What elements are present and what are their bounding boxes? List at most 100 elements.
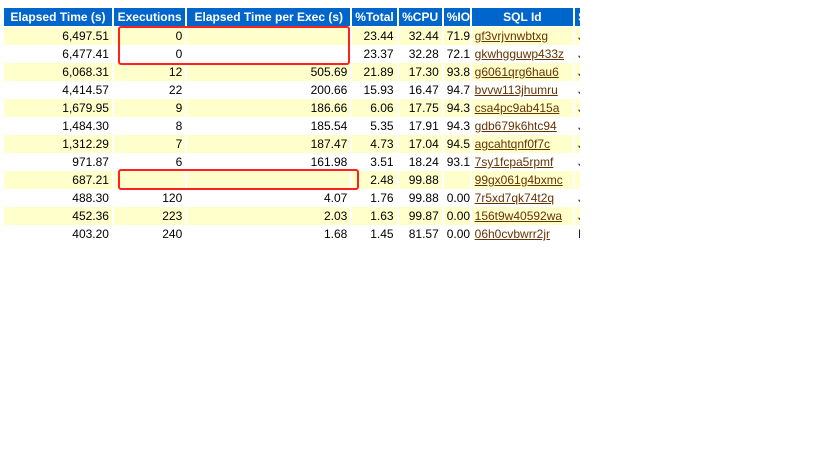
cell-pct-cpu: 99.87 [398,207,442,225]
column-header-pct-io: %IO [443,8,470,27]
cell-executions: 22 [113,81,186,99]
cell-pct-total: 1.76 [352,189,397,207]
cell-sql-id: csa4pc9ab415a [471,99,574,117]
sql-id-link[interactable]: 156t9w40592wa [475,209,562,223]
cell-pct-total: 1.45 [352,225,397,243]
cell-elapsed-time: 971.87 [4,153,112,171]
cell-sql-module: J [575,207,580,225]
sql-id-link[interactable]: g6061qrg6hau6 [475,65,559,79]
column-header-pct-total: %Total [352,8,397,27]
cell-executions: 8 [113,117,186,135]
cell-pct-io: 93.87 [443,63,470,81]
cell-pct-cpu: 99.88 [398,171,442,189]
column-header-executions: Executions [113,8,186,27]
cell-pct-cpu: 17.30 [398,63,442,81]
cell-pct-io: 94.36 [443,99,470,117]
cell-elapsed-per-exec: 186.66 [187,99,351,117]
sql-id-link[interactable]: agcahtqnf0f7c [475,137,550,151]
cell-pct-total: 15.93 [352,81,397,99]
cell-elapsed-time: 6,068.31 [4,63,112,81]
cell-elapsed-time: 6,497.51 [4,27,112,45]
column-header-elapsed-time: Elapsed Time (s) [4,8,112,27]
sql-id-link[interactable]: 06h0cvbwrr2jr [475,227,550,241]
cell-pct-io: 94.72 [443,81,470,99]
cell-elapsed-time: 403.20 [4,225,112,243]
sql-id-link[interactable]: gf3vrjvnwbtxg [475,29,548,43]
cell-sql-id: g6061qrg6hau6 [471,63,574,81]
cell-pct-total: 23.37 [352,45,397,63]
cell-sql-id: bvvw113jhumru [471,81,574,99]
cell-pct-io: 94.57 [443,135,470,153]
cell-pct-io [443,171,470,189]
cell-pct-total: 21.89 [352,63,397,81]
sql-id-link[interactable]: gkwhgguwp433z [475,47,564,61]
cell-pct-total: 6.06 [352,99,397,117]
sql-id-link[interactable]: gdb679k6htc94 [475,119,557,133]
table-header-row: Elapsed Time (s) Executions Elapsed Time p… [4,8,580,27]
cell-sql-id: 7sy1fcpa5rpmf [471,153,574,171]
cell-sql-id: gkwhgguwp433z [471,45,574,63]
cell-pct-io: 0.00 [443,225,470,243]
cell-elapsed-time: 687.21 [4,171,112,189]
cell-pct-total: 5.35 [352,117,397,135]
cell-elapsed-per-exec: 187.47 [187,135,351,153]
cell-elapsed-time: 6,477.41 [4,45,112,63]
column-header-sql-module: SQL Module [575,8,580,27]
cell-executions: 240 [113,225,186,243]
cell-sql-id: gdb679k6htc94 [471,117,574,135]
cell-pct-io: 0.00 [443,189,470,207]
cell-pct-cpu: 99.88 [398,189,442,207]
cell-sql-id: 06h0cvbwrr2jr [471,225,574,243]
column-header-sql-id: SQL Id [471,8,574,27]
cell-executions: 9 [113,99,186,117]
cell-elapsed-per-exec: 2.03 [187,207,351,225]
cell-sql-module: J [575,45,580,63]
table-row: 1,312.297187.474.7317.0494.57 agcahtqnf0f… [4,135,580,153]
cell-pct-io: 71.99 [443,27,470,45]
cell-sql-id: gf3vrjvnwbtxg [471,27,574,45]
cell-pct-io: 94.30 [443,117,470,135]
cell-elapsed-per-exec: 185.54 [187,117,351,135]
highlight-box-missing-executions [118,169,359,190]
cell-pct-io: 72.18 [443,45,470,63]
cell-sql-module: J [575,63,580,81]
column-header-elapsed-per-exec: Elapsed Time per Exec (s) [187,8,351,27]
cell-sql-module: J [575,135,580,153]
cell-sql-module: J [575,117,580,135]
cell-sql-id: agcahtqnf0f7c [471,135,574,153]
cell-sql-module: D [575,225,580,243]
cell-elapsed-per-exec: 1.68 [187,225,351,243]
cell-pct-cpu: 81.57 [398,225,442,243]
sql-id-link[interactable]: 7sy1fcpa5rpmf [475,155,554,169]
cell-elapsed-time: 488.30 [4,189,112,207]
cell-sql-module: J [575,153,580,171]
cell-elapsed-time: 4,414.57 [4,81,112,99]
cell-elapsed-time: 452.36 [4,207,112,225]
cell-pct-total: 3.51 [352,153,397,171]
cell-pct-io: 0.00 [443,207,470,225]
cell-pct-cpu: 17.91 [398,117,442,135]
table-row: 1,679.959186.666.0617.7594.36 csa4pc9ab41… [4,99,580,117]
sql-id-link[interactable]: 7r5xd7qk74t2q [475,191,554,205]
sql-id-link[interactable]: csa4pc9ab415a [475,101,560,115]
table-row: 1,484.308185.545.3517.9194.30 gdb679k6htc… [4,117,580,135]
cell-sql-id: 156t9w40592wa [471,207,574,225]
highlight-box-zero-executions [118,26,350,65]
cell-sql-module [575,171,580,189]
sql-id-link[interactable]: bvvw113jhumru [475,83,558,97]
cell-pct-cpu: 16.47 [398,81,442,99]
cell-executions: 7 [113,135,186,153]
cell-elapsed-per-exec: 200.66 [187,81,351,99]
cell-pct-cpu: 17.75 [398,99,442,117]
table-row: 488.301204.071.7699.880.00 7r5xd7qk74t2q J [4,189,580,207]
table-row: 4,414.5722200.6615.9316.4794.72 bvvw113jh… [4,81,580,99]
cell-executions: 12 [113,63,186,81]
cell-sql-id: 99gx061g4bxmc [471,171,574,189]
sql-id-link[interactable]: 99gx061g4bxmc [475,173,563,187]
cell-executions: 223 [113,207,186,225]
table-row: 403.202401.681.4581.570.00 06h0cvbwrr2jr D [4,225,580,243]
cell-sql-id: 7r5xd7qk74t2q [471,189,574,207]
cell-sql-module: J [575,99,580,117]
column-header-pct-cpu: %CPU [398,8,442,27]
cell-pct-cpu: 18.24 [398,153,442,171]
